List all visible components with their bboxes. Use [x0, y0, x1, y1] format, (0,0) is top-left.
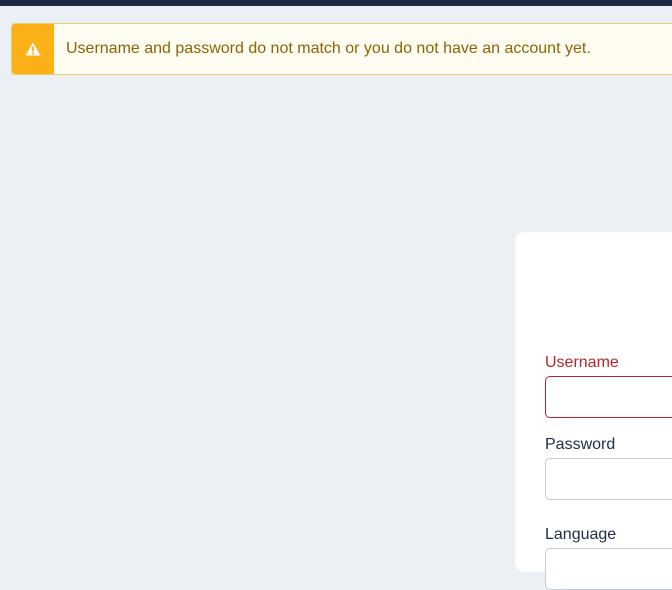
- password-label: Password: [545, 436, 616, 453]
- alert-icon-box: [12, 24, 54, 74]
- username-input[interactable]: [545, 376, 672, 418]
- language-label: Language: [545, 526, 617, 543]
- password-input[interactable]: [545, 458, 672, 500]
- language-select[interactable]: [545, 548, 672, 590]
- alert-message: Username and password do not match or yo…: [66, 40, 591, 57]
- top-bar: [0, 0, 672, 6]
- username-label: Username: [545, 354, 619, 371]
- warning-triangle-icon: [25, 42, 41, 56]
- warning-alert: Username and password do not match or yo…: [11, 23, 672, 75]
